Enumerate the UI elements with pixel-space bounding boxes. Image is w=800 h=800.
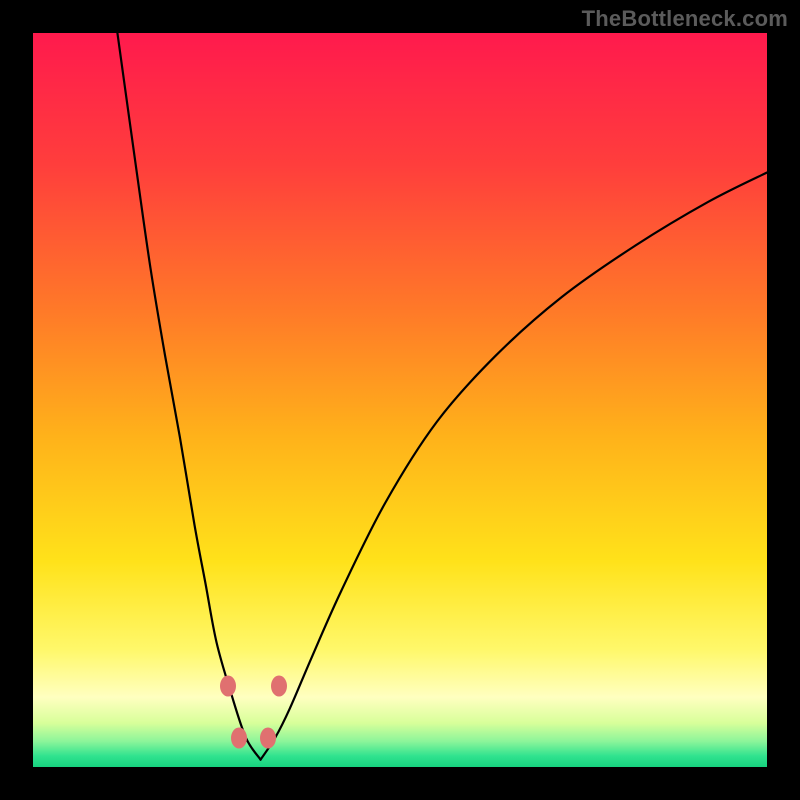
curve-right-branch bbox=[261, 172, 767, 759]
curve-left-branch bbox=[117, 33, 260, 760]
marker-dot bbox=[260, 727, 276, 748]
marker-dot bbox=[220, 676, 236, 697]
chart-frame: TheBottleneck.com bbox=[0, 0, 800, 800]
marker-dot bbox=[271, 676, 287, 697]
marker-dot bbox=[231, 727, 247, 748]
watermark-text: TheBottleneck.com bbox=[582, 6, 788, 32]
plot-area bbox=[33, 33, 767, 767]
curve-layer bbox=[33, 33, 767, 767]
